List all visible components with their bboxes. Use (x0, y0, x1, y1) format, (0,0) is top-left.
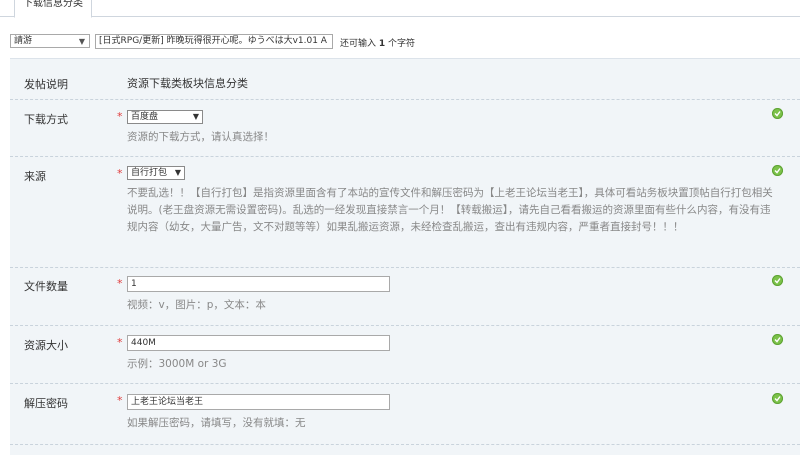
resource-size-desc: 示例：3000M or 3G (127, 358, 227, 370)
source-desc: 不要乱选！！【自行打包】是指资源里面含有了本站的宣传文件和解压密码为【上老王论坛… (127, 187, 773, 233)
required-mark: * (117, 110, 123, 123)
extract-password-desc: 如果解压密码，请填写，没有就填：无 (127, 417, 306, 429)
extract-password-row: 解压密码 * 上老王论坛当老王 如果解压密码，请填写，没有就填：无 (10, 384, 800, 445)
download-method-row: 下载方式 * 百度盘 ▼ 资源的下载方式，请认真选择！ (10, 100, 800, 157)
posting-notes-label: 发帖说明 (24, 78, 68, 91)
file-count-row: 文件数量 * 1 视频：v，图片：p，文本：本 (10, 268, 800, 326)
extract-password-input[interactable]: 上老王论坛当老王 (127, 394, 390, 410)
required-mark: * (117, 394, 123, 407)
download-method-label: 下载方式 (24, 113, 68, 126)
required-mark: * (117, 336, 123, 349)
file-count-label: 文件数量 (24, 280, 68, 293)
download-method-value: 百度盘 (131, 112, 159, 122)
check-ok-icon (772, 275, 783, 286)
source-select[interactable]: 自行打包 ▼ (127, 166, 185, 180)
check-ok-icon (772, 393, 783, 404)
check-ok-icon (772, 108, 783, 119)
download-method-desc: 资源的下载方式，请认真选择！ (127, 131, 274, 143)
tab-bar: 下载信息分类 (0, 0, 800, 18)
hint-count: 1 (378, 39, 386, 49)
required-mark: * (117, 277, 123, 290)
chevron-down-icon: ▼ (192, 112, 199, 121)
classification-form: 发帖说明 资源下载类板块信息分类 下载方式 * 百度盘 ▼ 资源的下载方式，请认… (10, 58, 800, 455)
title-input[interactable]: [日式RPG/更新] 昨晚玩得很开心呢。ゆうべは大v1.01 A (95, 34, 333, 49)
posting-notes-text: 资源下载类板块信息分类 (127, 77, 248, 90)
category-select-value: 請游 (14, 36, 33, 46)
download-method-select[interactable]: 百度盘 ▼ (127, 110, 203, 124)
source-row: 来源 * 自行打包 ▼ 不要乱选！！【自行打包】是指资源里面含有了本站的宣传文件… (10, 157, 800, 268)
hint-prefix: 还可输入 (340, 39, 377, 49)
char-count-hint: 还可输入 1 个字符 (340, 36, 415, 49)
source-value: 自行打包 (131, 168, 168, 178)
file-count-desc: 视频：v，图片：p，文本：本 (127, 299, 266, 311)
resource-size-label: 资源大小 (24, 339, 68, 352)
resource-size-row: 资源大小 * 440M 示例：3000M or 3G (10, 326, 800, 384)
source-label: 来源 (24, 170, 46, 183)
chevron-down-icon: ▼ (78, 37, 85, 46)
resource-size-input[interactable]: 440M (127, 335, 390, 351)
category-select[interactable]: 請游 ▼ (10, 34, 90, 48)
hint-suffix: 个字符 (388, 39, 416, 49)
title-line: 請游 ▼ [日式RPG/更新] 昨晚玩得很开心呢。ゆうべは大v1.01 A 还可… (0, 30, 800, 52)
check-ok-icon (772, 165, 783, 176)
file-count-input[interactable]: 1 (127, 276, 390, 292)
posting-notes-row: 发帖说明 资源下载类板块信息分类 (10, 59, 800, 100)
chevron-down-icon: ▼ (174, 168, 181, 177)
check-ok-icon (772, 334, 783, 345)
tab-download-info[interactable]: 下载信息分类 (14, 0, 92, 18)
required-mark: * (117, 167, 123, 180)
extract-password-label: 解压密码 (24, 397, 68, 410)
